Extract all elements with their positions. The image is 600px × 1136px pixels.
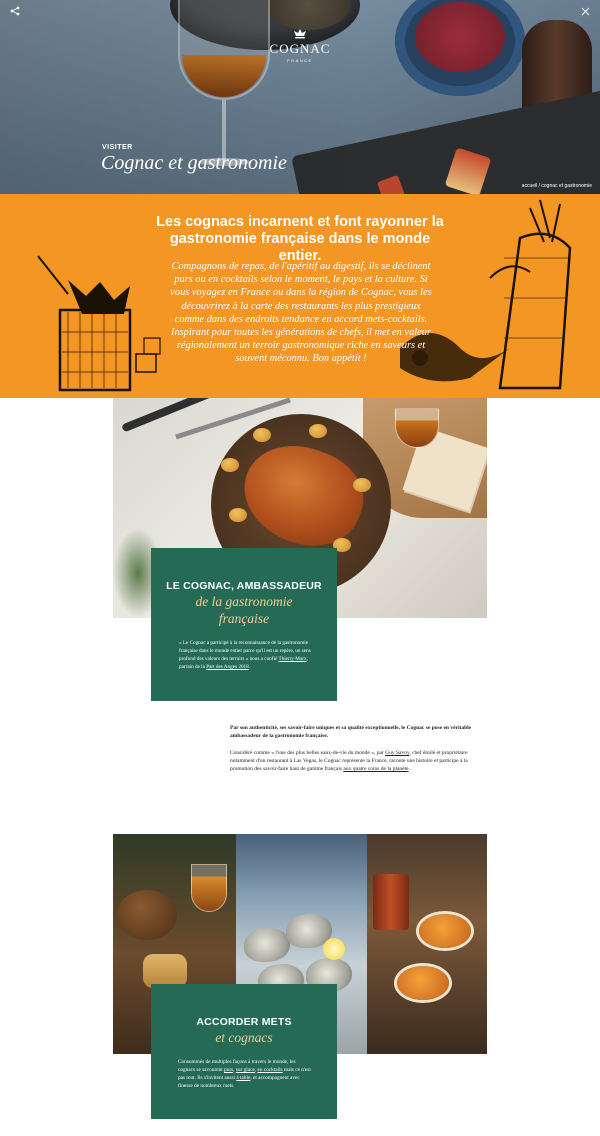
a-table-link[interactable]: à table (236, 1075, 250, 1081)
body-paragraph: Considéré comme « l'une des plus belles … (230, 750, 468, 773)
page-title: Cognac et gastronomie (101, 152, 287, 174)
intro-text: Compagnons de repas, de l'apéritif au di… (170, 261, 432, 365)
logo-word: COGNAC (269, 41, 331, 56)
guy-savoy-link[interactable]: Guy Savoy (385, 750, 409, 756)
intro-band: Les cognacs incarnent et font rayonner l… (0, 194, 600, 398)
section-subtitle: et cognacs (215, 1030, 273, 1045)
sur-glace-link[interactable]: sur glace (236, 1067, 255, 1073)
section-title: LE COGNAC, AMBASSADEUR (166, 580, 322, 592)
pairing-text: Consommés de multiples façons à travers … (178, 1059, 311, 1090)
cognac-logo[interactable]: COGNAC FRANCE (268, 28, 332, 63)
chef-quote: « Le Cognac a participé à la reconnaissa… (179, 640, 311, 670)
share-icon[interactable] (8, 6, 22, 20)
quatre-coins-link[interactable]: aux quatre coins de la planète (343, 766, 408, 772)
section-subtitle: de la gastronomie (195, 594, 293, 609)
section-subtitle: française (218, 611, 270, 626)
hero-eyebrow: VISITER (102, 144, 133, 151)
part-des-anges-link[interactable]: Part des Anges 2018 (206, 664, 249, 670)
pairing-card: ACCORDER METS et cognacs Consommés de mu… (151, 984, 337, 1119)
purs-link[interactable]: purs (224, 1067, 233, 1073)
ambassador-card: LE COGNAC, AMBASSADEUR de la gastronomie… (151, 548, 337, 701)
hero-banner: COGNAC FRANCE VISITER Cognac et gastrono… (0, 0, 600, 194)
creme-brulee-panel (367, 834, 487, 1054)
breadcrumb[interactable]: accueil / cognac et gastronomie (522, 183, 592, 189)
logo-country: FRANCE (287, 58, 313, 63)
logo-emblem-icon (294, 29, 306, 39)
section-title: ACCORDER METS (196, 1016, 292, 1028)
thierry-marx-link[interactable]: Thierry Marx (278, 656, 306, 662)
intro-title: Les cognacs incarnent et font rayonner l… (156, 214, 444, 264)
lead-paragraph: Par son authenticité, ses savoir-faire u… (230, 725, 472, 740)
close-icon[interactable] (578, 6, 592, 20)
en-cocktails-link[interactable]: en cocktails (257, 1067, 282, 1073)
